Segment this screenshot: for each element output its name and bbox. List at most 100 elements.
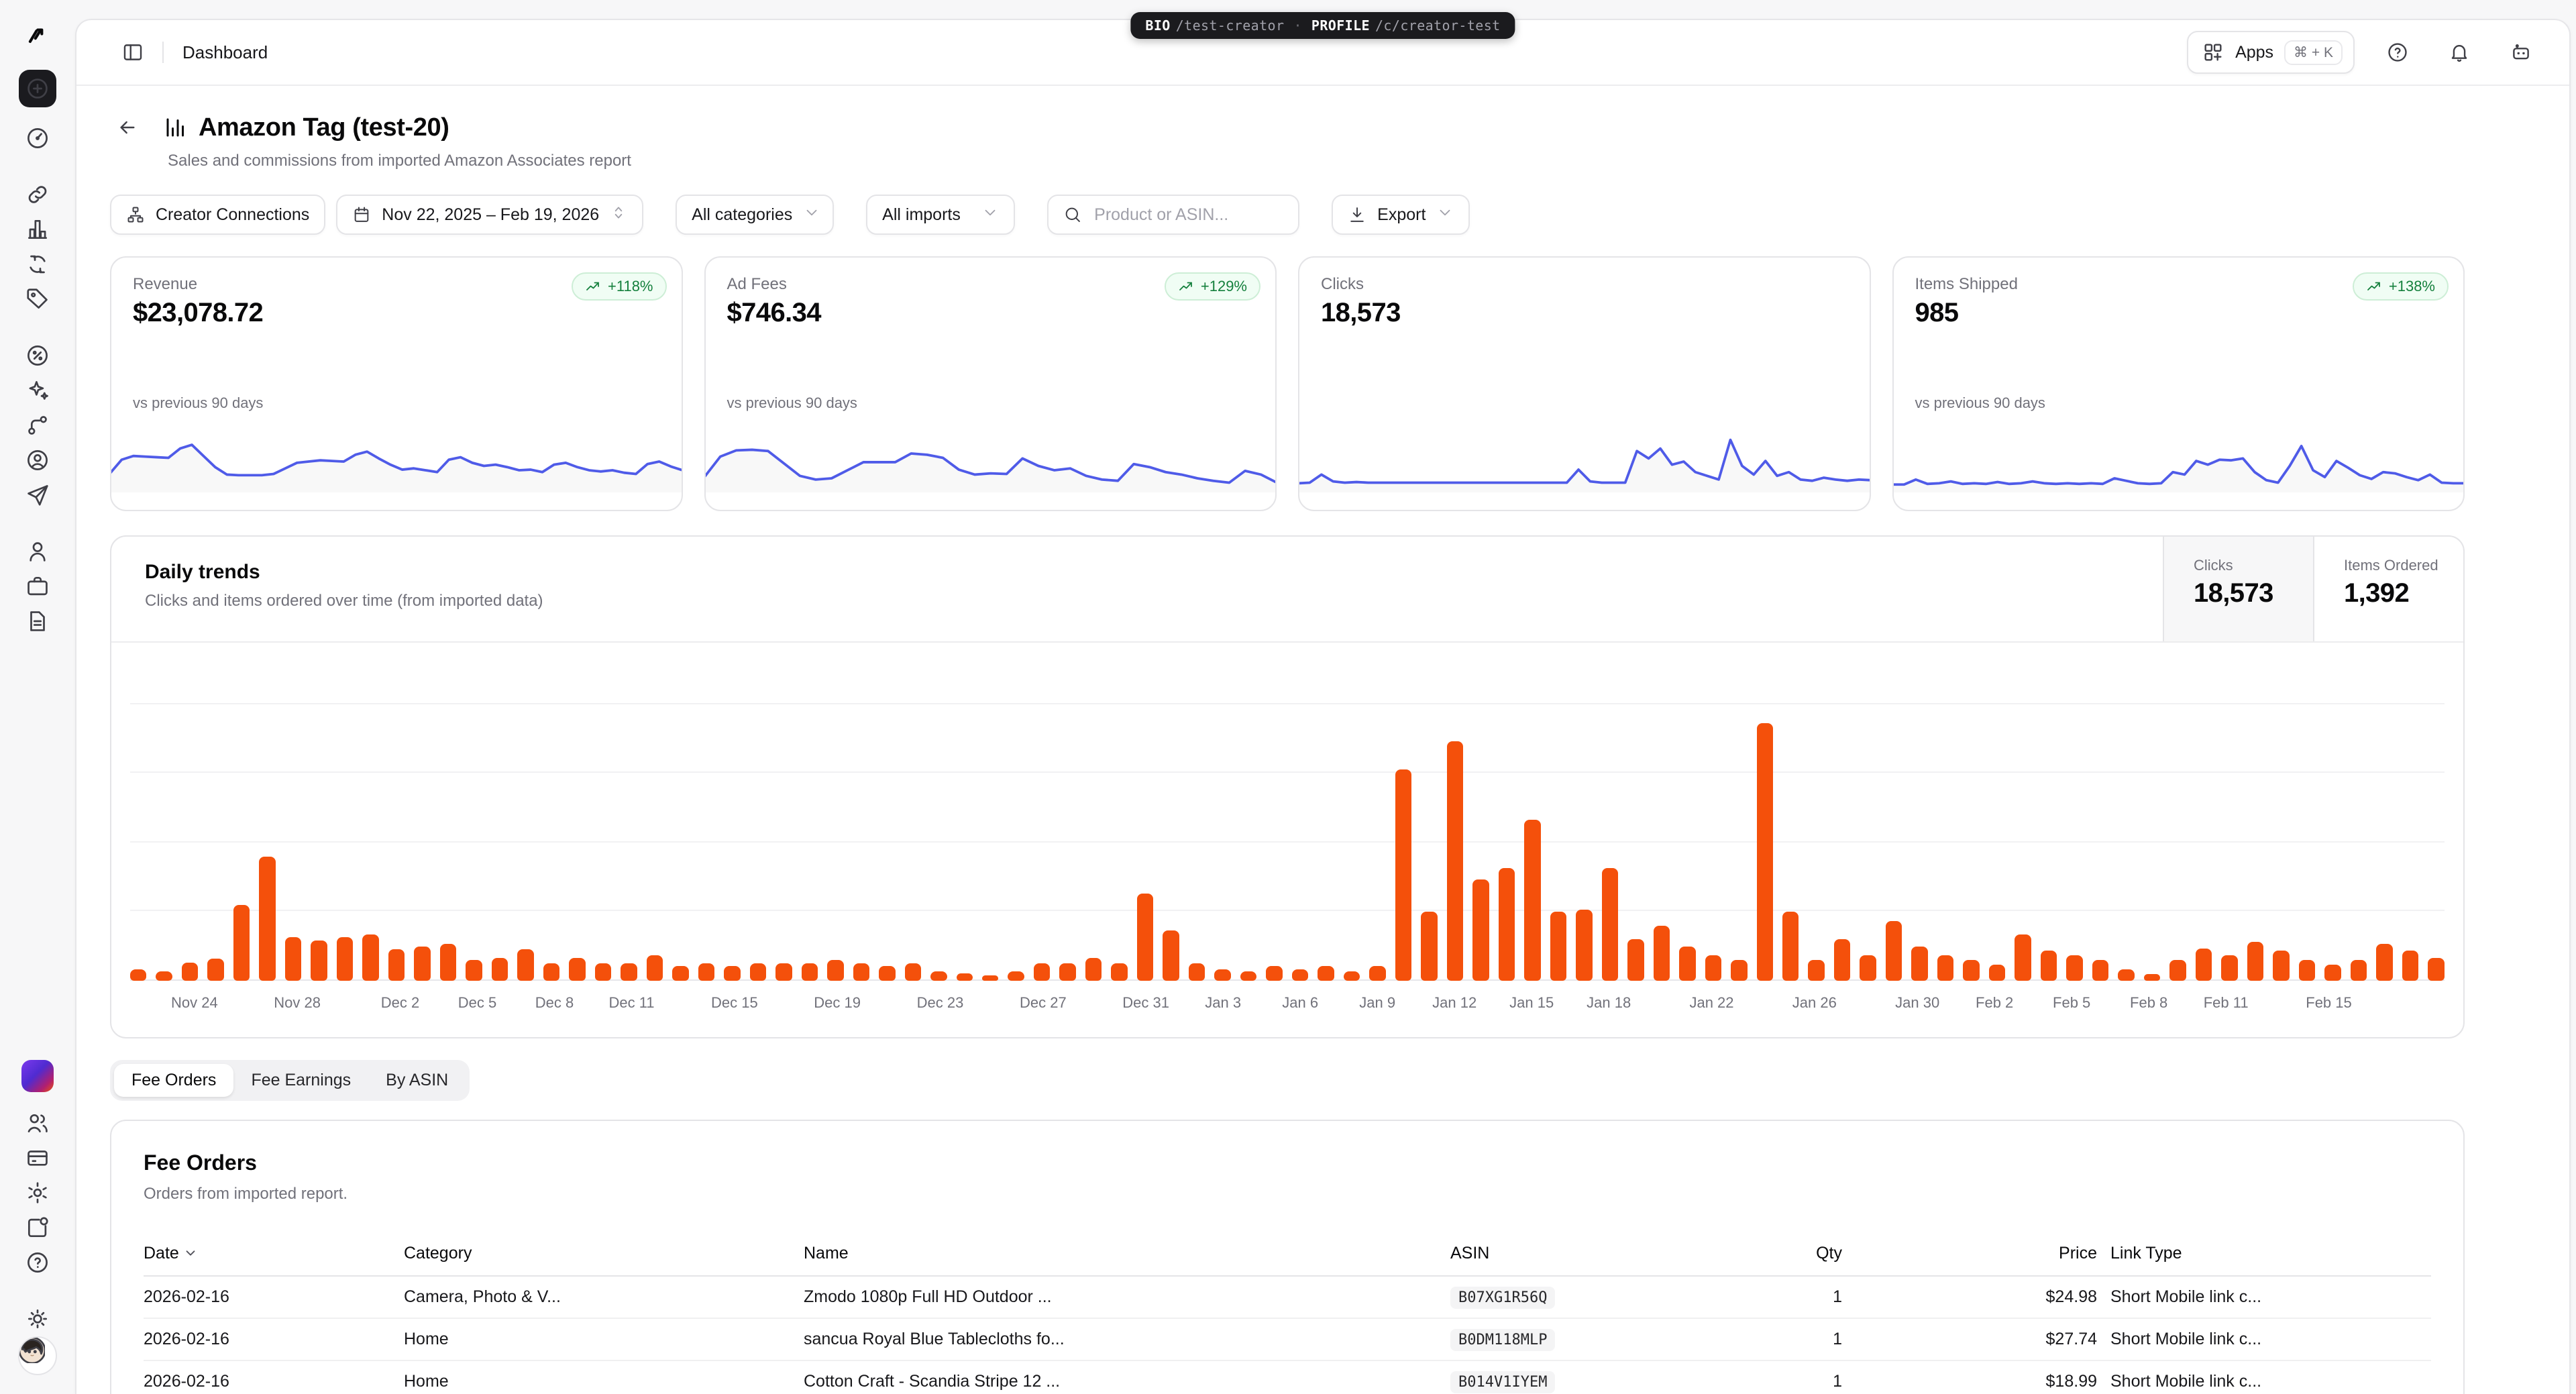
sidebar-item-ab-tests[interactable] [16, 247, 59, 282]
metric-toggle-clicks[interactable]: Clicks 18,573 [2163, 537, 2313, 641]
daily-bar [930, 971, 947, 981]
sidebar-item-workflows[interactable] [16, 408, 59, 443]
table-row[interactable]: 2026-02-16Camera, Photo & V...Zmodo 1080… [144, 1276, 2431, 1318]
table-row[interactable]: 2026-02-16Homesancua Royal Blue Tableclo… [144, 1318, 2431, 1360]
date-range-picker[interactable]: Nov 22, 2025 – Feb 19, 2026 [336, 195, 643, 235]
creator-connections-button[interactable]: Creator Connections [110, 195, 325, 235]
column-header-asin[interactable]: ASIN [1450, 1233, 1708, 1276]
imports-select[interactable]: All imports [866, 195, 1015, 235]
sidebar-item-offers[interactable] [16, 338, 59, 373]
daily-bar [1808, 960, 1824, 981]
daily-bar [1008, 971, 1024, 981]
sidebar-item-share[interactable] [16, 1210, 59, 1245]
daily-bar [1369, 966, 1385, 981]
column-header-name[interactable]: Name [804, 1233, 1450, 1276]
daily-bar [207, 959, 223, 981]
filter-bar: Creator Connections Nov 22, 2025 – Feb 1… [110, 195, 2465, 235]
metric-toggle-items-ordered[interactable]: Items Ordered 1,392 [2313, 537, 2463, 641]
help-button[interactable] [2379, 34, 2416, 71]
sidebar-item-documents[interactable] [16, 604, 59, 639]
tab-fee-orders[interactable]: Fee Orders [114, 1064, 233, 1097]
search-input[interactable] [1091, 204, 1283, 226]
daily-bar [2221, 955, 2237, 981]
trend-badge: +118% [572, 272, 666, 301]
tab-fee-earnings[interactable]: Fee Earnings [233, 1064, 368, 1097]
sidebar-item-settings[interactable] [16, 1175, 59, 1210]
stat-card-clicks: Clicks 18,573 [1298, 256, 1871, 511]
profile-value: /c/creator-test [1375, 17, 1501, 34]
sidebar-item-team[interactable] [16, 1106, 59, 1140]
date-range-value: Nov 22, 2025 – Feb 19, 2026 [382, 205, 599, 225]
daily-bar [1911, 947, 1927, 981]
column-header-category[interactable]: Category [404, 1233, 804, 1276]
back-button[interactable] [110, 110, 145, 145]
sidebar-item-help[interactable] [16, 1245, 59, 1280]
stat-card-ad-fees: Ad Fees $746.34 +129% vs previous 90 day… [704, 256, 1277, 511]
column-header-link-type[interactable]: Link Type [2097, 1233, 2431, 1276]
daily-bar [440, 944, 456, 981]
page-header: Amazon Tag (test-20) [110, 110, 2465, 145]
trend-up-icon [2366, 278, 2382, 294]
table-row[interactable]: 2026-02-16HomeCotton Craft - Scandia Str… [144, 1360, 2431, 1394]
daily-bar [1963, 960, 1979, 981]
sidebar-item-explore[interactable] [16, 121, 59, 156]
fee-orders-card: Fee Orders Orders from imported report. … [110, 1120, 2465, 1394]
daily-bar [1137, 894, 1153, 981]
context-badge: BIO/test-creator·PROFILE/c/creator-test [1130, 12, 1515, 39]
arrow-left-icon [117, 117, 138, 138]
column-header-date[interactable]: Date [144, 1233, 404, 1276]
stat-card-revenue: Revenue $23,078.72 +118% vs previous 90 … [110, 256, 683, 511]
daily-bar [1679, 947, 1695, 981]
stat-label: Clicks [1321, 275, 1848, 294]
export-button[interactable]: Export [1332, 195, 1470, 235]
daily-bar [1421, 912, 1437, 981]
daily-bar [311, 941, 327, 981]
workspace-avatar[interactable] [21, 1060, 54, 1092]
notifications-button[interactable] [2440, 34, 2478, 71]
daily-bar [1111, 963, 1127, 981]
stat-value: 18,573 [1321, 298, 1848, 328]
trend-up-icon [585, 278, 601, 294]
sidebar-item-audience[interactable] [16, 443, 59, 478]
column-header-qty[interactable]: Qty [1708, 1233, 1842, 1276]
user-avatar[interactable] [18, 1336, 57, 1375]
daily-bar [2196, 949, 2212, 981]
sidebar-item-billing[interactable] [16, 1140, 59, 1175]
daily-bar [775, 963, 792, 981]
ad-fees-sparkline [704, 425, 1277, 492]
daily-bar [1705, 955, 1721, 981]
daily-bar [1989, 965, 2005, 981]
sidebar-item-analytics[interactable] [16, 212, 59, 247]
asin-badge: B07XG1R56Q [1450, 1287, 1555, 1309]
daily-bar [1550, 912, 1566, 981]
daily-bar [1034, 963, 1050, 981]
sidebar-item-create-active[interactable] [19, 70, 56, 107]
apps-button[interactable]: Apps ⌘ + K [2187, 31, 2355, 74]
daily-bar [466, 960, 482, 981]
daily-bar [1240, 971, 1256, 981]
daily-bar [1886, 921, 1902, 981]
sidebar-item-business[interactable] [16, 569, 59, 604]
assistant-button[interactable] [2502, 34, 2540, 71]
sort-chevron-icon [183, 1245, 198, 1260]
category-select[interactable]: All categories [676, 195, 834, 235]
x-tick-label: Jan 15 [1509, 994, 1554, 1012]
theme-toggle[interactable] [16, 1301, 59, 1336]
sidebar-toggle-button[interactable] [114, 34, 152, 71]
sidebar-item-broadcasts[interactable] [16, 478, 59, 513]
daily-trends-panel: Daily trends Clicks and items ordered ov… [110, 535, 2465, 1038]
sidebar-item-links[interactable] [16, 177, 59, 212]
left-rail [0, 0, 75, 1394]
badge-percent-icon [25, 343, 50, 368]
bell-icon [2448, 41, 2471, 64]
sidebar-item-tags[interactable] [16, 282, 59, 317]
sidebar-item-ai[interactable] [16, 373, 59, 408]
sidebar-item-contacts[interactable] [16, 534, 59, 569]
column-header-price[interactable]: Price [1842, 1233, 2097, 1276]
chevron-down-icon [981, 204, 999, 226]
x-axis-labels: Nov 24Nov 28Dec 2Dec 5Dec 8Dec 11Dec 15D… [130, 989, 2445, 1024]
daily-bar [1059, 963, 1075, 981]
x-tick-label: Jan 26 [1792, 994, 1837, 1012]
daily-trends-subtitle: Clicks and items ordered over time (from… [145, 592, 543, 610]
tab-by-asin[interactable]: By ASIN [368, 1064, 466, 1097]
